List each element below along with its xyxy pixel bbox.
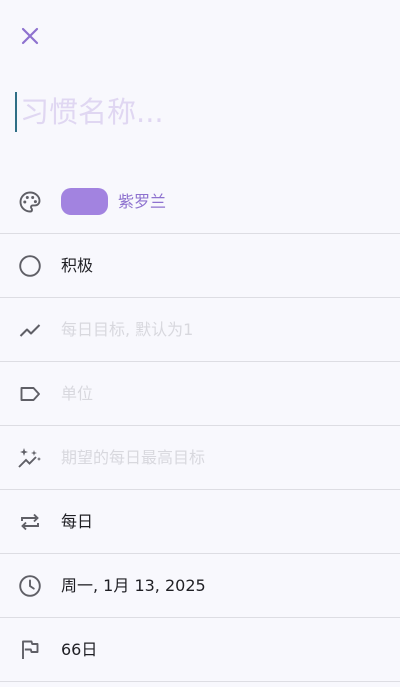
habit-type-row[interactable]: 积极: [0, 234, 400, 298]
unit-input[interactable]: 单位: [61, 362, 93, 425]
start-date-row[interactable]: 周一, 1月 13, 2025: [0, 554, 400, 618]
top-bar: [0, 0, 400, 70]
habit-fields-list: 紫罗兰 积极 每日目标, 默认为1 单位 期望的每日最高目标 每日 周一, 1月…: [0, 170, 400, 682]
daily-goal-row[interactable]: 每日目标, 默认为1: [0, 298, 400, 362]
frequency-label: 每日: [61, 512, 94, 531]
palette-icon: [17, 189, 43, 215]
repeat-icon: [17, 509, 43, 535]
circle-icon: [17, 253, 43, 279]
color-row[interactable]: 紫罗兰: [0, 170, 400, 234]
unit-row[interactable]: 单位: [0, 362, 400, 426]
frequency-row[interactable]: 每日: [0, 490, 400, 554]
color-name-label: 紫罗兰: [118, 192, 167, 211]
start-date-label: 周一, 1月 13, 2025: [61, 576, 206, 595]
daily-max-row[interactable]: 期望的每日最高目标: [0, 426, 400, 490]
label-icon: [17, 381, 43, 407]
daily-goal-input[interactable]: 每日目标, 默认为1: [61, 298, 193, 361]
habit-name-input[interactable]: [14, 92, 390, 132]
habit-type-label: 积极: [61, 256, 94, 275]
goal-days-row[interactable]: 66日: [0, 618, 400, 682]
habit-name-area: [0, 86, 400, 140]
trending-icon: [17, 317, 43, 343]
clock-icon: [17, 573, 43, 599]
daily-max-input[interactable]: 期望的每日最高目标: [61, 426, 205, 489]
goal-days-label: 66日: [61, 640, 98, 659]
close-icon: [20, 26, 40, 46]
color-swatch: [61, 188, 108, 215]
sparkle-icon: [17, 445, 43, 471]
close-button[interactable]: [14, 20, 46, 52]
text-cursor: [15, 92, 17, 132]
flag-icon: [17, 637, 43, 663]
